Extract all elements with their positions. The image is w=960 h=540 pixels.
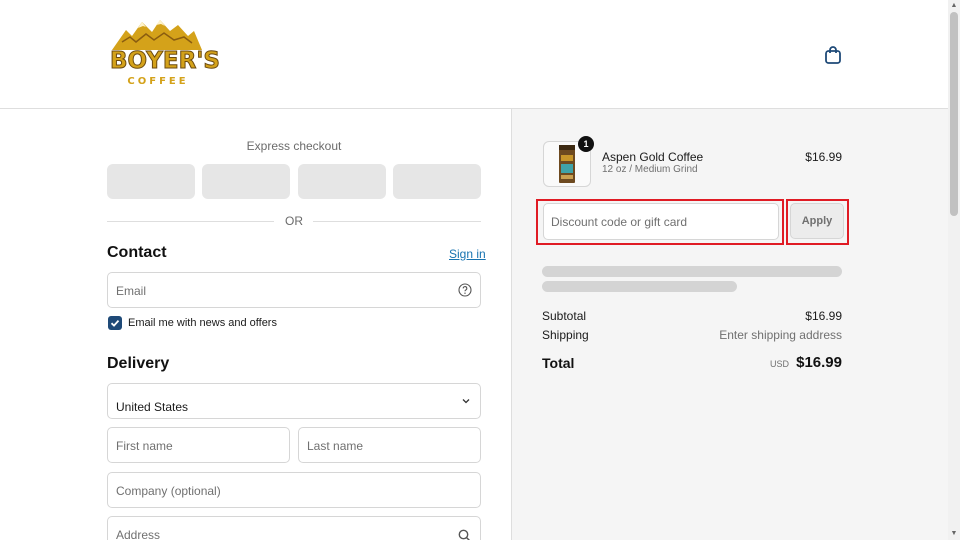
loading-skeleton-bar-short [542,281,737,292]
total-label: Total [542,355,575,371]
logo-subtitle: COFFEE [127,76,189,87]
express-checkout-label: Express checkout [246,139,342,153]
company-placeholder: Company (optional) [116,484,221,498]
discount-code-input[interactable]: Discount code or gift card [543,203,779,240]
chevron-down-icon [462,399,470,404]
express-pay-button-1[interactable] [107,164,195,199]
loading-skeleton-bar [542,266,842,277]
shipping-label: Shipping [542,328,589,342]
country-value: United States [116,400,189,414]
shopping-bag-icon[interactable] [824,45,842,65]
total-currency: USD [770,359,790,369]
checkmark-icon [110,319,120,327]
mountain-logo-icon [112,20,202,50]
total-value: $16.99 [796,354,842,371]
email-placeholder: Email [116,284,147,298]
scroll-up-arrow-icon[interactable]: ▲ [948,0,960,12]
newsletter-label: Email me with news and offers [128,317,277,329]
logo-wordmark: BOYER'S [110,48,221,74]
express-pay-button-3[interactable] [298,164,386,199]
quantity-badge: 1 [578,136,594,152]
first-name-field[interactable]: First name [107,427,290,463]
first-name-placeholder: First name [116,439,173,453]
apply-discount-button[interactable]: Apply [790,203,844,239]
last-name-placeholder: Last name [307,439,364,453]
newsletter-checkbox[interactable] [108,316,122,330]
search-icon[interactable] [458,529,471,540]
sign-in-link[interactable]: Sign in [449,247,486,261]
express-pay-button-4[interactable] [393,164,481,199]
or-divider-label: OR [285,214,303,228]
address-placeholder: Address [116,528,161,540]
company-field[interactable]: Company (optional) [107,472,481,508]
scroll-down-arrow-icon[interactable]: ▼ [948,528,960,540]
contact-heading: Contact [107,244,167,261]
divider-right [313,221,481,222]
product-variant: 12 oz / Medium Grind [602,164,698,175]
express-pay-button-2[interactable] [202,164,290,199]
product-name: Aspen Gold Coffee [602,150,704,164]
discount-placeholder: Discount code or gift card [551,215,688,229]
subtotal-label: Subtotal [542,309,587,323]
email-field[interactable]: Email [107,272,481,308]
divider-left [107,221,274,222]
last-name-field[interactable]: Last name [298,427,481,463]
page-scrollbar[interactable]: ▲ ▼ [948,0,960,540]
shipping-value: Enter shipping address [719,328,842,342]
product-price: $16.99 [805,150,842,164]
address-field[interactable]: Address [107,516,481,540]
delivery-heading: Delivery [107,355,170,372]
scrollbar-thumb[interactable] [950,12,958,216]
country-select[interactable]: United States [107,383,481,419]
subtotal-value: $16.99 [805,309,842,323]
help-icon[interactable] [458,283,472,297]
site-header: BOYER'S COFFEE [0,0,948,109]
brand-logo[interactable]: BOYER'S COFFEE [108,16,221,92]
